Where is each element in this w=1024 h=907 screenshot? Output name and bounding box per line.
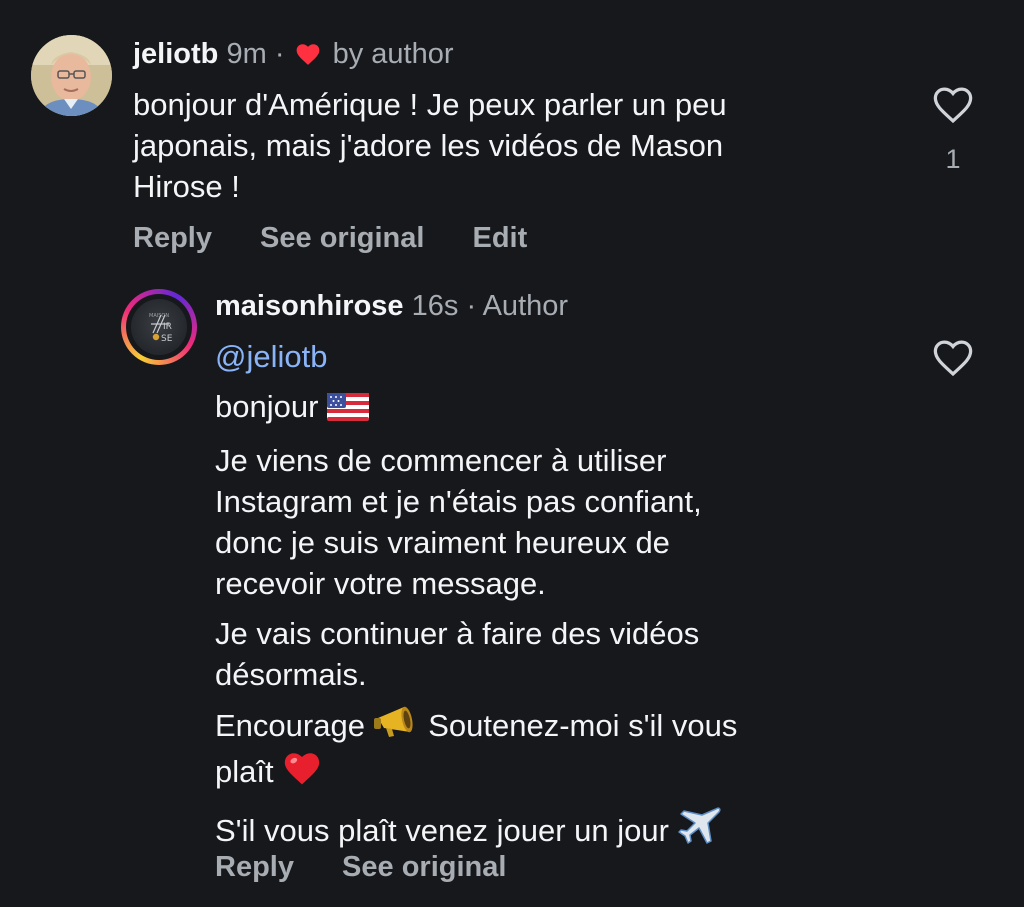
comment-line: japonais, mais j'adore les vidéos de Mas… bbox=[133, 128, 724, 163]
reply-button[interactable]: Reply bbox=[215, 851, 294, 883]
comment-text-support: Soutenez-moi s'il vous bbox=[428, 708, 738, 743]
comment-actions: Reply See original bbox=[215, 849, 546, 885]
comment-text: @jeliotb bonjour Je viens de commencer à… bbox=[215, 336, 915, 855]
maison-hirose-logo-icon: MAISON IR SE bbox=[149, 313, 173, 344]
us-flag-emoji bbox=[327, 390, 370, 431]
comment-thread: jeliotb 9m · by author bonjour d'Amériqu… bbox=[0, 0, 1024, 907]
avatar: MAISON IR SE bbox=[131, 299, 187, 355]
comment-paragraph: S'il vous plaît venez jouer un jour bbox=[215, 805, 915, 855]
heart-icon bbox=[295, 39, 321, 75]
svg-text:IR: IR bbox=[163, 322, 172, 332]
comment-line: Hirose ! bbox=[133, 169, 240, 204]
separator: · bbox=[466, 290, 477, 322]
comment-text-encourage: Encourage bbox=[215, 708, 365, 743]
airplane-emoji bbox=[677, 805, 722, 855]
avatar[interactable] bbox=[31, 35, 112, 116]
comment-text-please: plaît bbox=[215, 754, 274, 789]
username[interactable]: jeliotb bbox=[133, 38, 218, 70]
author-badge: Author bbox=[482, 290, 569, 322]
comment-text-come-play: S'il vous plaît venez jouer un jour bbox=[215, 813, 669, 848]
see-original-button[interactable]: See original bbox=[342, 851, 506, 883]
mention-link[interactable]: @jeliotb bbox=[215, 336, 915, 377]
edit-button[interactable]: Edit bbox=[473, 222, 528, 254]
timestamp: 16s bbox=[411, 290, 459, 322]
comment-line: bonjour d'Amérique ! Je peux parler un p… bbox=[133, 87, 727, 122]
comment-paragraph: Je vais continuer à faire des vidéos dés… bbox=[215, 616, 700, 692]
comment-actions: Reply See original Edit bbox=[133, 220, 567, 256]
timestamp: 9m bbox=[226, 38, 267, 70]
comment-text: bonjour d'Amérique ! Je peux parler un p… bbox=[133, 84, 893, 207]
like-count[interactable]: 1 bbox=[931, 144, 975, 175]
comment-header: maisonhirose 16s · Author bbox=[215, 288, 568, 324]
megaphone-emoji bbox=[373, 704, 420, 750]
comment-paragraph: Je viens de commencer à utiliser Instagr… bbox=[215, 443, 702, 601]
like-outline-icon bbox=[933, 87, 973, 124]
comment-paragraph: Encourage Soutenez-moi s'il vous plaît bbox=[215, 704, 915, 796]
like-outline-icon bbox=[933, 340, 973, 377]
separator: · bbox=[274, 38, 285, 70]
avatar-photo-icon bbox=[31, 35, 112, 116]
reply-button[interactable]: Reply bbox=[133, 222, 212, 254]
like-button[interactable] bbox=[931, 337, 975, 377]
comment-paragraph: bonjour bbox=[215, 386, 915, 431]
see-original-button[interactable]: See original bbox=[260, 222, 424, 254]
svg-text:SE: SE bbox=[161, 334, 173, 344]
comment-text-bonjour: bonjour bbox=[215, 389, 319, 424]
like-button[interactable] bbox=[931, 84, 975, 124]
red-heart-emoji bbox=[282, 750, 322, 796]
author-liked-badge: by author bbox=[332, 38, 454, 70]
username[interactable]: maisonhirose bbox=[215, 290, 404, 322]
comment-header: jeliotb 9m · by author bbox=[133, 36, 454, 75]
avatar-story-ring[interactable]: MAISON IR SE bbox=[121, 289, 197, 365]
